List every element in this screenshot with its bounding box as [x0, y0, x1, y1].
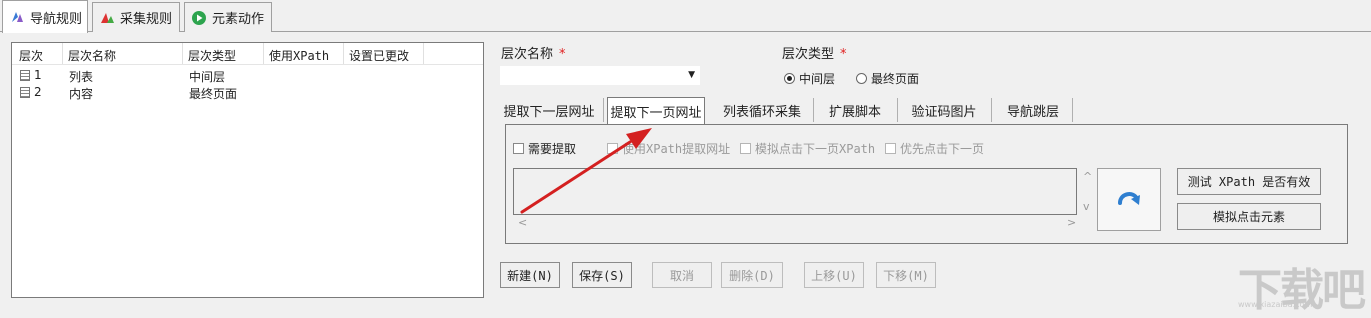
- tab-captcha-image[interactable]: 验证码图片: [901, 97, 987, 123]
- tab-label: 扩展脚本: [828, 104, 881, 120]
- checkbox-prefer-click-next[interactable]: 优先点击下一页: [885, 140, 984, 157]
- level-row-icon: [20, 70, 30, 81]
- tab-list-loop-collect[interactable]: 列表循环采集: [715, 97, 809, 123]
- col-header-level[interactable]: 层次: [19, 47, 43, 64]
- scroll-left-icon[interactable]: <: [518, 216, 527, 229]
- tab-label: 提取下一页网址: [610, 105, 702, 121]
- tab-label: 导航跳层: [1006, 104, 1059, 120]
- level-name-combobox[interactable]: ▼: [500, 66, 700, 85]
- checkbox-simulate-click-next-xpath[interactable]: 模拟点击下一页XPath: [740, 140, 875, 157]
- scroll-up-icon[interactable]: ^: [1083, 170, 1092, 183]
- tab-extension-script[interactable]: 扩展脚本: [817, 97, 893, 123]
- col-header-name[interactable]: 层次名称: [68, 47, 116, 64]
- tab-nav-rules[interactable]: 导航规则: [2, 0, 88, 33]
- tab-extract-next-page-url[interactable]: 提取下一页网址: [607, 97, 705, 124]
- level-row-icon: [20, 87, 30, 98]
- checkbox-label: 需要提取: [528, 142, 577, 156]
- new-button-label: 新建(N): [507, 268, 553, 283]
- tab-nav-rules-label: 导航规则: [30, 11, 83, 27]
- test-xpath-label: 测试 XPath 是否有效: [1187, 175, 1311, 189]
- table-row[interactable]: 2 内容 最终页面: [12, 85, 312, 101]
- top-tab-strip: 导航规则 采集规则 元素动作: [0, 0, 1371, 33]
- save-button-label: 保存(S): [579, 268, 625, 283]
- cancel-button-label: 取消: [669, 268, 694, 283]
- required-mark: *: [559, 47, 566, 62]
- radio-unselected-icon[interactable]: [856, 73, 867, 84]
- xpath-textarea[interactable]: [513, 168, 1077, 215]
- play-icon: [192, 10, 206, 25]
- level-name-label: 层次名称 *: [501, 43, 566, 62]
- checkbox-box[interactable]: [885, 143, 896, 154]
- checkbox-need-extract[interactable]: 需要提取: [513, 140, 576, 157]
- apply-xpath-button[interactable]: [1097, 168, 1161, 231]
- dropdown-arrow-icon[interactable]: ▼: [688, 70, 695, 80]
- col-header-type[interactable]: 层次类型: [188, 47, 236, 64]
- col-header-xpath[interactable]: 使用XPath: [269, 47, 329, 64]
- simulate-click-label: 模拟点击元素: [1212, 210, 1285, 224]
- row-level: 1: [34, 68, 42, 82]
- tab-divider: [603, 98, 604, 122]
- tab-divider: [991, 98, 992, 122]
- scroll-right-icon[interactable]: >: [1067, 216, 1076, 229]
- delete-button[interactable]: 删除(D): [721, 262, 783, 288]
- column-divider: [343, 43, 344, 64]
- checkbox-use-xpath-extract-url[interactable]: 使用XPath提取网址: [607, 140, 730, 157]
- radio-final-page[interactable]: 最终页面: [856, 70, 919, 87]
- level-type-label: 层次类型 *: [782, 43, 847, 62]
- checkbox-box[interactable]: [513, 143, 524, 154]
- tab-label: 提取下一层网址: [503, 104, 595, 120]
- tab-element-actions[interactable]: 元素动作: [184, 2, 272, 32]
- test-xpath-button[interactable]: 测试 XPath 是否有效: [1177, 168, 1321, 195]
- col-header-changed[interactable]: 设置已更改: [349, 47, 409, 64]
- move-down-button[interactable]: 下移(M): [876, 262, 936, 288]
- move-up-button[interactable]: 上移(U): [804, 262, 864, 288]
- level-table-header: 层次 层次名称 层次类型 使用XPath 设置已更改: [12, 43, 483, 65]
- level-type-label-text: 层次类型: [782, 47, 835, 62]
- move-down-button-label: 下移(M): [883, 268, 929, 283]
- checkbox-label: 模拟点击下一页XPath: [755, 142, 876, 156]
- tab-navigation-jump[interactable]: 导航跳层: [995, 97, 1071, 123]
- collect-rules-icon: [101, 12, 114, 23]
- watermark-url: www.xiazaiba.com: [1238, 300, 1313, 309]
- tab-divider: [897, 98, 898, 122]
- tab-collect-rules[interactable]: 采集规则: [92, 2, 180, 32]
- tab-divider: [813, 98, 814, 122]
- radio-intermediate-layer[interactable]: 中间层: [784, 70, 835, 87]
- required-mark: *: [840, 47, 847, 62]
- tab-extract-next-level-url[interactable]: 提取下一层网址: [500, 97, 598, 123]
- scroll-down-icon[interactable]: v: [1083, 200, 1090, 213]
- row-type: 中间层: [189, 70, 226, 84]
- checkbox-box[interactable]: [740, 143, 751, 154]
- level-name-label-text: 层次名称: [501, 47, 554, 62]
- delete-button-label: 删除(D): [729, 268, 775, 283]
- row-name: 列表: [69, 70, 94, 84]
- level-table[interactable]: 层次 层次名称 层次类型 使用XPath 设置已更改 1 列表 中间层 2 内容…: [11, 42, 484, 298]
- tab-label: 验证码图片: [911, 104, 977, 120]
- move-up-button-label: 上移(U): [811, 268, 857, 283]
- cancel-button[interactable]: 取消: [652, 262, 712, 288]
- radio-final-page-label: 最终页面: [871, 72, 920, 86]
- row-type: 最终页面: [189, 87, 238, 101]
- checkbox-label: 使用XPath提取网址: [622, 142, 731, 156]
- row-level: 2: [34, 85, 42, 99]
- column-divider: [182, 43, 183, 64]
- checkbox-label: 优先点击下一页: [900, 142, 985, 156]
- curved-arrow-icon: [1118, 191, 1140, 205]
- tab-divider: [1072, 98, 1073, 122]
- column-divider: [263, 43, 264, 64]
- radio-intermediate-label: 中间层: [799, 72, 836, 86]
- radio-selected-icon[interactable]: [784, 73, 795, 84]
- simulate-click-element-button[interactable]: 模拟点击元素: [1177, 203, 1321, 230]
- row-name: 内容: [69, 87, 94, 101]
- tab-label: 列表循环采集: [722, 104, 801, 120]
- checkbox-box[interactable]: [607, 143, 618, 154]
- column-divider: [62, 43, 63, 64]
- save-button[interactable]: 保存(S): [572, 262, 632, 288]
- new-button[interactable]: 新建(N): [500, 262, 560, 288]
- column-divider: [423, 43, 424, 64]
- tab-collect-rules-label: 采集规则: [120, 12, 173, 27]
- table-row[interactable]: 1 列表 中间层: [12, 68, 312, 84]
- nav-rules-icon: [12, 12, 23, 22]
- tab-element-actions-label: 元素动作: [212, 12, 265, 27]
